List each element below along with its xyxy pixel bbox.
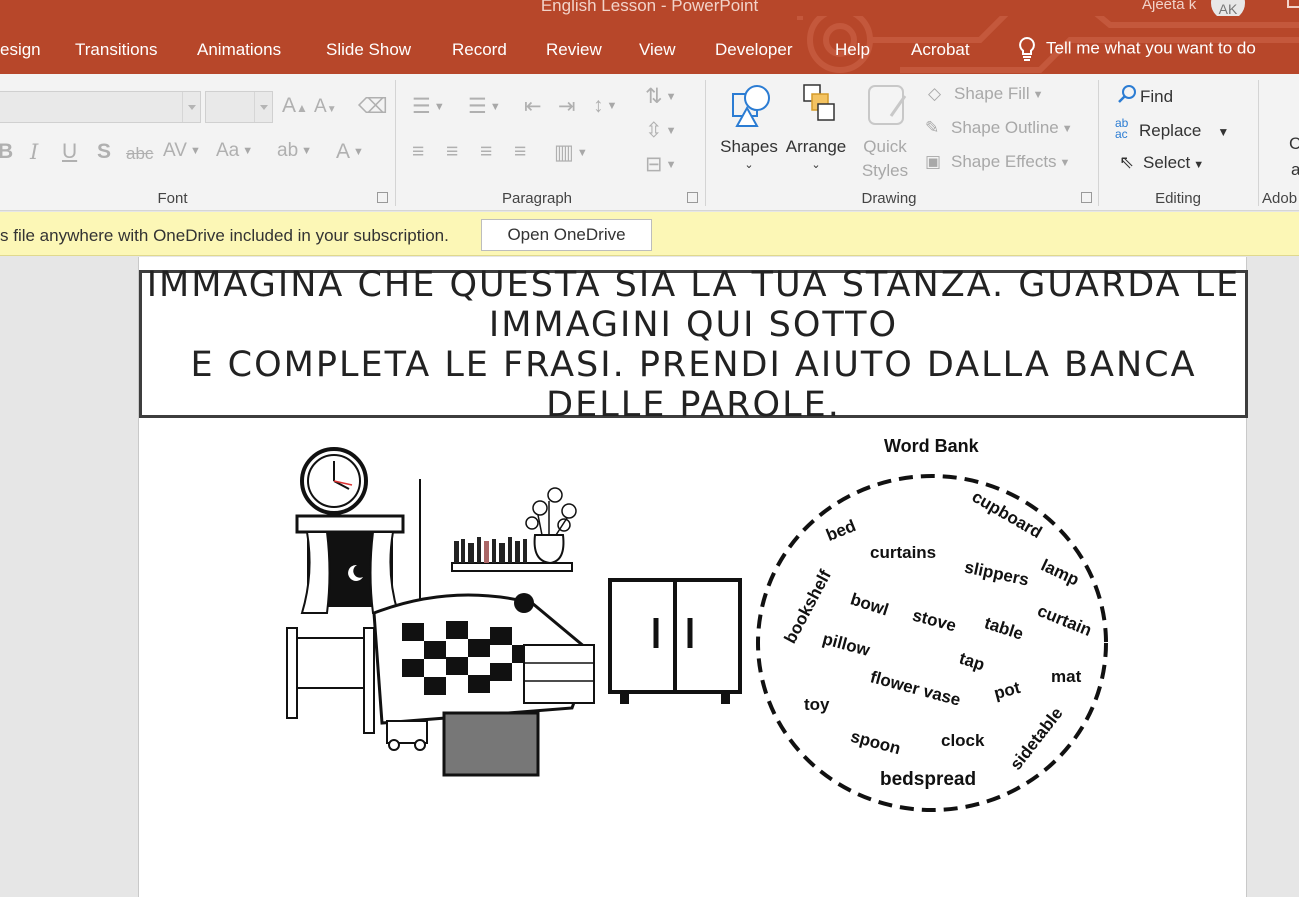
shape-outline-button[interactable]: ✎ Shape Outline ▼ [925, 118, 1073, 138]
italic-button[interactable]: I [30, 140, 38, 164]
ribbon: A▲ A▼ ⌫ B I U S abc AV ▼ Aa ▼ ab ▼ A ▼ Font … [0, 74, 1299, 211]
word-bedspread: bedspread [880, 769, 977, 790]
underline-button[interactable]: U [62, 140, 77, 164]
change-case-button[interactable]: Aa ▼ [216, 140, 253, 162]
slide-canvas[interactable]: IMMAGINA CHE QUESTA SIA LA TUA STANZA. G… [138, 257, 1248, 897]
grow-font-button[interactable]: A▲ [282, 94, 308, 118]
drawing-group-label: Drawing [861, 190, 917, 207]
drawing-dialog-launcher-icon[interactable] [1081, 192, 1092, 203]
align-left-icon[interactable]: ≡ [412, 140, 424, 164]
tab-record[interactable]: Record [452, 40, 507, 60]
arrange-button[interactable]: Arrange ⌄ [783, 82, 849, 171]
quick-styles-button[interactable]: Quick Styles [850, 82, 920, 183]
replace-icon: ab ac [1115, 116, 1129, 141]
font-size-combo[interactable] [205, 91, 273, 123]
shape-effects-button[interactable]: ▣ Shape Effects ▼ [925, 152, 1070, 172]
smartart-icon[interactable]: ⊟ ▼ [645, 152, 677, 177]
tab-animations[interactable]: Animations [197, 40, 281, 60]
tell-me-search[interactable]: Tell me what you want to do [1016, 36, 1256, 62]
character-spacing-button[interactable]: AV ▼ [163, 140, 201, 162]
editing-group-label: Editing [1155, 190, 1201, 207]
font-color-button[interactable]: A ▼ [336, 140, 364, 164]
restore-icon[interactable] [1287, 0, 1299, 8]
increase-indent-icon[interactable]: ⇥ [558, 94, 576, 119]
arrange-icon [803, 84, 835, 121]
shapes-button[interactable]: Shapes ⌄ [716, 82, 782, 171]
ribbon-tabs: esign Transitions Animations Slide Show … [0, 16, 1299, 74]
decrease-indent-icon[interactable]: ⇤ [524, 94, 542, 119]
window-title: English Lesson - PowerPoint [540, 0, 759, 15]
open-onedrive-button[interactable]: Open OneDrive [481, 219, 652, 251]
font-name-combo[interactable] [0, 91, 201, 123]
bullets-icon[interactable]: ☰ ▼ [412, 94, 445, 119]
quick-styles-icon [868, 85, 907, 125]
tab-view[interactable]: View [639, 40, 676, 60]
align-right-icon[interactable]: ≡ [480, 140, 492, 164]
title-line-3: E COMPLETA LE FRASI. PRENDI AIUTO DALLA … [190, 345, 1197, 385]
font-dialog-launcher-icon[interactable] [377, 192, 388, 203]
title-bar: English Lesson - PowerPoint Ajeeta k AK [0, 0, 1299, 16]
find-button[interactable]: Find [1117, 84, 1173, 107]
user-name[interactable]: Ajeeta k [1142, 0, 1196, 13]
shape-fill-button[interactable]: ◇ Shape Fill ▼ [928, 84, 1044, 104]
text-direction-icon[interactable]: ⇅ ▼ [645, 84, 677, 109]
align-text-icon[interactable]: ⇳ ▼ [645, 118, 677, 143]
highlight-color-button[interactable]: ab ▼ [277, 140, 312, 162]
tab-slide-show[interactable]: Slide Show [326, 40, 411, 60]
lightbulb-icon [1019, 36, 1035, 61]
clear-formatting-icon[interactable]: ⌫ [358, 94, 388, 119]
tab-design[interactable]: esign [0, 40, 41, 60]
word-mat: mat [1051, 667, 1082, 686]
bold-button[interactable]: B [0, 140, 13, 164]
adobe-group-label: Adob [1262, 190, 1298, 207]
tab-developer[interactable]: Developer [715, 40, 793, 60]
justify-icon[interactable]: ≡ [514, 140, 526, 164]
title-line-2: IMMAGINI QUI SOTTO [488, 305, 899, 345]
tab-help[interactable]: Help [835, 40, 870, 60]
adobe-button-partial[interactable]: C [1289, 134, 1299, 154]
line-spacing-icon[interactable]: ↕ ▼ [593, 94, 617, 118]
word-curtains: curtains [870, 543, 937, 562]
tab-transitions[interactable]: Transitions [75, 40, 158, 60]
cursor-icon: ⇖ [1119, 152, 1135, 172]
search-icon [1118, 85, 1136, 103]
tab-acrobat[interactable]: Acrobat [911, 40, 970, 60]
notification-message: s file anywhere with OneDrive included i… [0, 226, 449, 245]
tab-review[interactable]: Review [546, 40, 602, 60]
title-line-4: DELLE PAROLE. [546, 385, 841, 425]
tell-me-text: Tell me what you want to do [1046, 38, 1256, 58]
numbering-icon[interactable]: ☰ ▼ [468, 94, 501, 119]
strikethrough-button[interactable]: abc [126, 144, 153, 164]
onedrive-notification: s file anywhere with OneDrive included i… [0, 212, 1299, 256]
slide-title-textbox[interactable]: IMMAGINA CHE QUESTA SIA LA TUA STANZA. G… [139, 265, 1248, 425]
word-bank-title: Word Bank [884, 436, 979, 456]
align-center-icon[interactable]: ≡ [446, 140, 458, 164]
word-clock: clock [941, 731, 985, 750]
paragraph-group-label: Paragraph [501, 190, 573, 207]
bedroom-picture[interactable]: Word Bank cupboard bed curtains slippers… [252, 423, 1131, 821]
text-shadow-button[interactable]: S [97, 140, 111, 164]
font-group-label: Font [157, 190, 188, 207]
select-button[interactable]: ⇖ Select ▼ [1119, 152, 1204, 173]
shapes-icon [732, 85, 770, 127]
shrink-font-button[interactable]: A▼ [314, 96, 337, 118]
avatar[interactable]: AK [1211, 0, 1245, 16]
columns-icon[interactable]: ▥ ▼ [554, 140, 588, 165]
adobe-button-partial-2[interactable]: a [1291, 160, 1299, 180]
replace-button[interactable]: ab ac Replace ▼ [1115, 116, 1229, 141]
paragraph-dialog-launcher-icon[interactable] [687, 192, 698, 203]
title-line-1: IMMAGINA CHE QUESTA SIA LA TUA STANZA. G… [146, 265, 1241, 305]
word-toy: toy [804, 695, 830, 714]
